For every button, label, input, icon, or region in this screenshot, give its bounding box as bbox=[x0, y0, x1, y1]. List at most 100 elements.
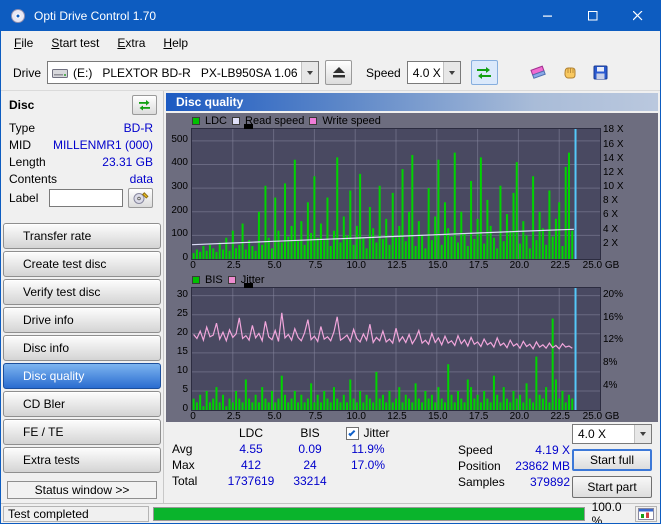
position-info-value: 23862 MB bbox=[515, 459, 570, 473]
range-marker[interactable] bbox=[244, 283, 254, 288]
sidebar-item-fe-te[interactable]: FE / TE bbox=[3, 419, 161, 445]
ldc-plot bbox=[191, 128, 601, 260]
minimize-button[interactable] bbox=[525, 1, 570, 31]
speed-select[interactable]: 4.0 X bbox=[406, 61, 461, 84]
sidebar-item-drive-info[interactable]: Drive info bbox=[3, 307, 161, 333]
window-title: Opti Drive Control 1.70 bbox=[34, 9, 157, 23]
axis-tick: 17.5 bbox=[468, 260, 489, 271]
axis-tick: 20.0 bbox=[509, 260, 530, 271]
axis-tick: 22.5 bbox=[550, 411, 570, 422]
plot-canvas bbox=[191, 129, 600, 259]
bis-legend-swatch bbox=[192, 275, 200, 284]
axis-tick: 17.5 bbox=[468, 411, 489, 422]
read-speed-legend-swatch bbox=[232, 116, 241, 125]
range-marker[interactable] bbox=[244, 124, 254, 129]
menu-help[interactable]: Help bbox=[154, 33, 197, 53]
refresh-speeds-button[interactable] bbox=[470, 60, 498, 85]
legend-label: BIS bbox=[205, 273, 223, 286]
axis-tick: 12.5 bbox=[387, 411, 407, 422]
close-button[interactable] bbox=[615, 1, 660, 31]
ldc-chart: 0 100 200 300 400 500 18 X 16 X 14 X 12 X 10 X8 X6… bbox=[166, 124, 658, 263]
max-row-label: Max bbox=[172, 458, 195, 472]
axis-tick: 7.5 bbox=[308, 411, 323, 422]
axis-tick: 14 X bbox=[603, 152, 624, 164]
legend-label: Write speed bbox=[322, 114, 381, 127]
sidebar-item-transfer-rate[interactable]: Transfer rate bbox=[3, 223, 161, 249]
disc-length-label: Length bbox=[9, 154, 46, 169]
sidebar-item-verify-test-disc[interactable]: Verify test disc bbox=[3, 279, 161, 305]
axis-tick: 100 bbox=[171, 228, 188, 240]
status-window-button[interactable]: Status window >> bbox=[7, 481, 157, 499]
chevron-down-icon[interactable] bbox=[442, 62, 460, 83]
menu-start-test[interactable]: Start test bbox=[42, 33, 108, 53]
drive-label: Drive bbox=[13, 65, 42, 80]
chart-region: LDC Read speed Write speed 0 100 200 300 400 50… bbox=[166, 113, 658, 424]
axis-tick: 2.5 bbox=[226, 411, 241, 422]
avg-bis-value: 0.09 bbox=[298, 442, 322, 456]
start-part-button[interactable]: Start part bbox=[572, 476, 652, 498]
disc-label-button[interactable] bbox=[128, 188, 153, 208]
start-full-button[interactable]: Start full bbox=[572, 449, 652, 471]
axis-tick: 0 bbox=[190, 411, 196, 422]
check-icon bbox=[348, 428, 356, 436]
content-area: Disc quality LDC Read speed Write speed 0 1… bbox=[164, 91, 660, 503]
disc-label-input[interactable] bbox=[49, 189, 123, 207]
axis-tick: 16% bbox=[603, 311, 624, 323]
drive-icon bbox=[52, 67, 69, 79]
sidebar-item-disc-info[interactable]: Disc info bbox=[3, 335, 161, 361]
sidebar-item-cd-bler[interactable]: CD Bler bbox=[3, 391, 161, 417]
jitter-checkbox[interactable] bbox=[346, 426, 360, 440]
ldc-column-header: LDC bbox=[238, 426, 263, 440]
drive-select[interactable]: (E:) PLEXTOR BD-R PX-LB950SA 1.06 bbox=[47, 61, 320, 84]
sidebar: Disc Type BD-R MID MILLENMR1 (000) Length 2… bbox=[1, 91, 164, 503]
disc-section-title: Disc bbox=[9, 98, 35, 112]
main-area: Disc Type BD-R MID MILLENMR1 (000) Length 2… bbox=[1, 91, 660, 503]
axis-tick: 6 X bbox=[603, 209, 619, 221]
axis-tick: 5.0 bbox=[267, 411, 282, 422]
bis-plot bbox=[191, 287, 601, 411]
sidebar-item-extra-tests[interactable]: Extra tests bbox=[3, 447, 161, 473]
erase-disc-button[interactable] bbox=[526, 60, 551, 85]
chevron-down-icon[interactable] bbox=[301, 62, 319, 83]
quality-speed-select[interactable]: 4.0 X bbox=[572, 424, 652, 444]
menu-extra[interactable]: Extra bbox=[108, 33, 154, 53]
chevron-down-icon[interactable] bbox=[634, 425, 651, 443]
position-info-label: Position bbox=[458, 459, 501, 473]
save-results-button[interactable] bbox=[588, 60, 613, 85]
options-button[interactable] bbox=[557, 60, 582, 85]
axis-tick: 500 bbox=[171, 133, 188, 145]
axis-tick: 15.0 bbox=[428, 411, 448, 422]
sidebar-item-create-test-disc[interactable]: Create test disc bbox=[3, 251, 161, 277]
bis-chart-legend: BIS Jitter bbox=[166, 273, 658, 286]
maximize-button[interactable] bbox=[570, 1, 615, 31]
jitter-column-header: Jitter bbox=[363, 426, 390, 440]
axis-tick: 4 X bbox=[603, 223, 619, 235]
eraser-icon bbox=[530, 65, 546, 79]
axis-tick: 22.5 bbox=[550, 260, 570, 271]
speed-label: Speed bbox=[366, 65, 401, 80]
sidebar-item-disc-quality[interactable]: Disc quality bbox=[3, 363, 161, 389]
avg-row-label: Avg bbox=[172, 442, 193, 456]
rescan-disc-button[interactable] bbox=[132, 95, 157, 115]
menu-file[interactable]: File bbox=[5, 33, 42, 53]
samples-info-value: 379892 bbox=[529, 475, 570, 489]
title-bar: Opti Drive Control 1.70 bbox=[1, 1, 660, 31]
axis-tick: 15.0 bbox=[428, 260, 448, 271]
jitter-legend-swatch bbox=[227, 275, 236, 284]
eject-button[interactable] bbox=[325, 60, 353, 85]
status-graph-button[interactable] bbox=[635, 505, 657, 522]
axis-tick: 2 X bbox=[603, 237, 619, 249]
write-speed-legend-swatch bbox=[309, 116, 318, 125]
avg-ldc-value: 4.55 bbox=[239, 442, 263, 456]
axis-tick: 200 bbox=[171, 204, 188, 216]
total-bis-value: 33214 bbox=[293, 474, 327, 488]
refresh-arrows-icon bbox=[477, 66, 492, 79]
scan-controls: 4.0 X Start full Start part bbox=[572, 424, 652, 498]
axis-tick: 25 bbox=[176, 307, 188, 319]
ldc-x-axis: 0 2.5 5.0 7.5 10.0 12.5 15.0 17.5 20.0 22.5 25.0 G… bbox=[166, 261, 658, 273]
axis-tick: 2.5 bbox=[226, 260, 241, 271]
total-row-label: Total bbox=[172, 474, 198, 488]
status-graph-icon bbox=[638, 507, 655, 520]
ldc-legend-swatch bbox=[192, 116, 200, 125]
legend-label: Read speed bbox=[245, 114, 305, 127]
